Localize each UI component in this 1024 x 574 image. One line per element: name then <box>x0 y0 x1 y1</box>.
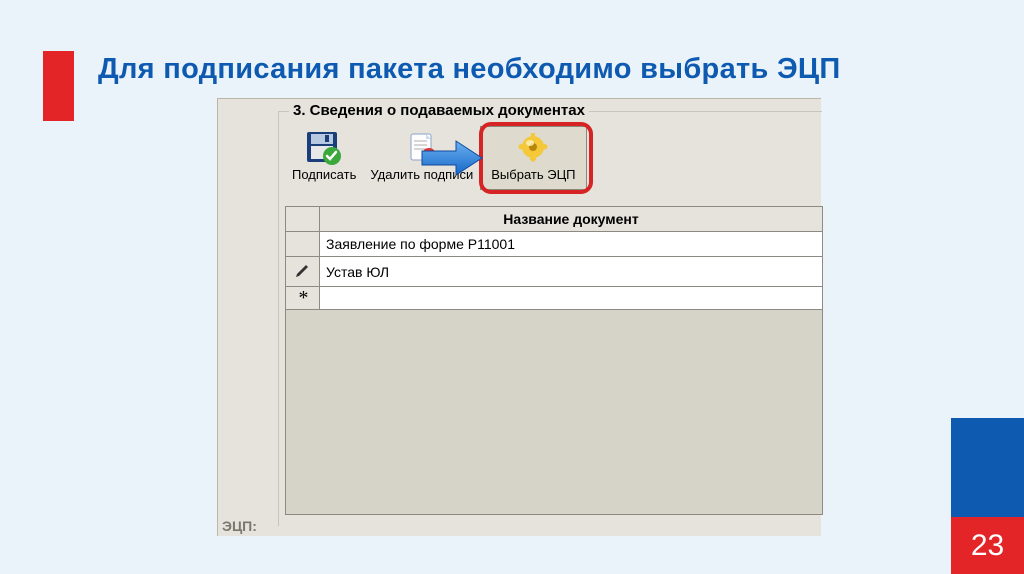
cell-name[interactable] <box>320 287 823 310</box>
delete-label: Удалить подписи <box>370 167 473 182</box>
grid-header-mark <box>286 207 320 232</box>
table-row[interactable]: * <box>286 287 823 310</box>
grid-header-name: Название документ <box>320 207 823 232</box>
row-marker-pencil <box>286 257 320 287</box>
table-row[interactable]: Устав ЮЛ <box>286 257 823 287</box>
group-legend: 3. Сведения о подаваемых документах <box>289 102 589 119</box>
group-documents: 3. Сведения о подаваемых документах Подп… <box>278 111 822 526</box>
cell-name[interactable]: Устав ЮЛ <box>320 257 823 287</box>
footer-label: ЭЦП: <box>222 518 257 534</box>
toolbar: Подписать Удалить подписи <box>285 126 587 190</box>
choose-ecp-button[interactable]: Выбрать ЭЦП <box>480 126 586 190</box>
row-marker-new: * <box>286 287 320 310</box>
grid-header-row: Название документ <box>286 207 823 232</box>
grid-empty-area <box>285 310 823 515</box>
slide-title: Для подписания пакета необходимо выбрать… <box>98 53 841 86</box>
floppy-check-icon <box>304 129 344 167</box>
row-marker <box>286 232 320 257</box>
delete-sign-button[interactable]: Удалить подписи <box>363 126 480 190</box>
sign-label: Подписать <box>292 167 356 182</box>
gear-gold-icon <box>513 129 553 167</box>
app-panel: 3. Сведения о подаваемых документах Подп… <box>217 98 821 536</box>
page-number: 23 <box>951 517 1024 574</box>
pencil-icon <box>295 261 311 277</box>
accent-corner-blue <box>951 418 1024 517</box>
accent-bar-left <box>43 51 74 121</box>
page-delete-icon <box>402 129 442 167</box>
cell-name[interactable]: Заявление по форме Р11001 <box>320 232 823 257</box>
table-row[interactable]: Заявление по форме Р11001 <box>286 232 823 257</box>
documents-grid[interactable]: Название документ Заявление по форме Р11… <box>285 206 823 515</box>
sign-button[interactable]: Подписать <box>285 126 363 190</box>
choose-label: Выбрать ЭЦП <box>491 167 575 182</box>
